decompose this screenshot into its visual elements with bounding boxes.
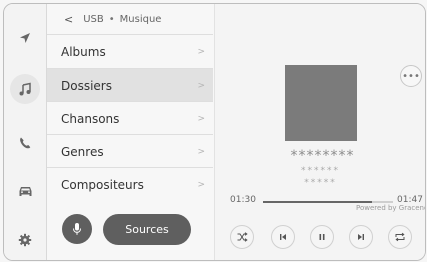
shuffle-button[interactable] <box>230 225 254 249</box>
music-browser: < USB • Musique Albums > Dossiers > Chan… <box>47 4 213 260</box>
settings-button[interactable] <box>10 225 40 255</box>
track-album: ***** <box>304 178 337 188</box>
chevron-right-icon: > <box>197 179 205 190</box>
chevron-right-icon: > <box>197 113 205 124</box>
screen: < USB • Musique Albums > Dossiers > Chan… <box>0 0 427 262</box>
vehicle-button[interactable] <box>10 176 40 206</box>
sources-button[interactable]: Sources <box>103 214 191 245</box>
list-item-albums[interactable]: Albums > <box>47 34 213 68</box>
navigation-button[interactable] <box>10 23 40 53</box>
list-item-label: Genres <box>61 144 104 159</box>
breadcrumb: < USB • Musique <box>47 4 213 34</box>
music-button[interactable] <box>10 74 40 104</box>
back-button[interactable]: < <box>64 13 73 26</box>
voice-button[interactable] <box>62 214 92 244</box>
navigation-icon <box>20 33 30 43</box>
skip-previous-icon <box>280 234 286 240</box>
repeat-icon <box>395 232 405 242</box>
skip-next-icon <box>358 234 364 240</box>
breadcrumb-separator: • <box>108 13 115 25</box>
track-artist: ****** <box>301 166 340 176</box>
list-item-label: Compositeurs <box>61 177 144 192</box>
album-artwork <box>285 65 357 141</box>
progress-fill <box>263 201 373 203</box>
music-icon <box>19 82 31 96</box>
more-options-button[interactable]: ••• <box>400 65 422 87</box>
now-playing-panel: ••• ******** ****** ***** 01:30 01:47 Po… <box>214 4 425 260</box>
breadcrumb-section: Musique <box>119 13 162 25</box>
gracenote-credit: Powered by Gracenote® <box>356 204 425 212</box>
chevron-right-icon: > <box>197 80 205 91</box>
pause-button[interactable] <box>310 225 334 249</box>
list-item-label: Albums <box>61 44 106 59</box>
pause-icon <box>319 234 325 240</box>
sources-label: Sources <box>125 223 169 236</box>
list-item-label: Chansons <box>61 111 120 126</box>
list-item-label: Dossiers <box>61 78 112 93</box>
progress-bar[interactable] <box>263 201 393 203</box>
track-title: ******** <box>290 148 355 164</box>
previous-track-button[interactable] <box>271 225 295 249</box>
side-rail <box>4 4 47 260</box>
microphone-icon <box>73 223 81 235</box>
list-item-chansons[interactable]: Chansons > <box>47 101 213 135</box>
phone-icon <box>20 137 31 149</box>
more-icon: ••• <box>402 70 420 82</box>
shuffle-icon <box>237 232 248 242</box>
chevron-right-icon: > <box>197 46 205 57</box>
car-icon <box>19 186 31 196</box>
repeat-button[interactable] <box>388 225 412 249</box>
breadcrumb-source: USB <box>83 13 104 25</box>
list-item-genres[interactable]: Genres > <box>47 134 213 168</box>
phone-button[interactable] <box>10 128 40 158</box>
next-track-button[interactable] <box>349 225 373 249</box>
infotainment-frame: < USB • Musique Albums > Dossiers > Chan… <box>3 3 426 261</box>
elapsed-time: 01:30 <box>230 195 256 205</box>
list-item-dossiers[interactable]: Dossiers > <box>47 68 213 102</box>
settings-icon <box>18 233 32 247</box>
chevron-right-icon: > <box>197 146 205 157</box>
list-item-compositeurs[interactable]: Compositeurs > <box>47 167 213 201</box>
